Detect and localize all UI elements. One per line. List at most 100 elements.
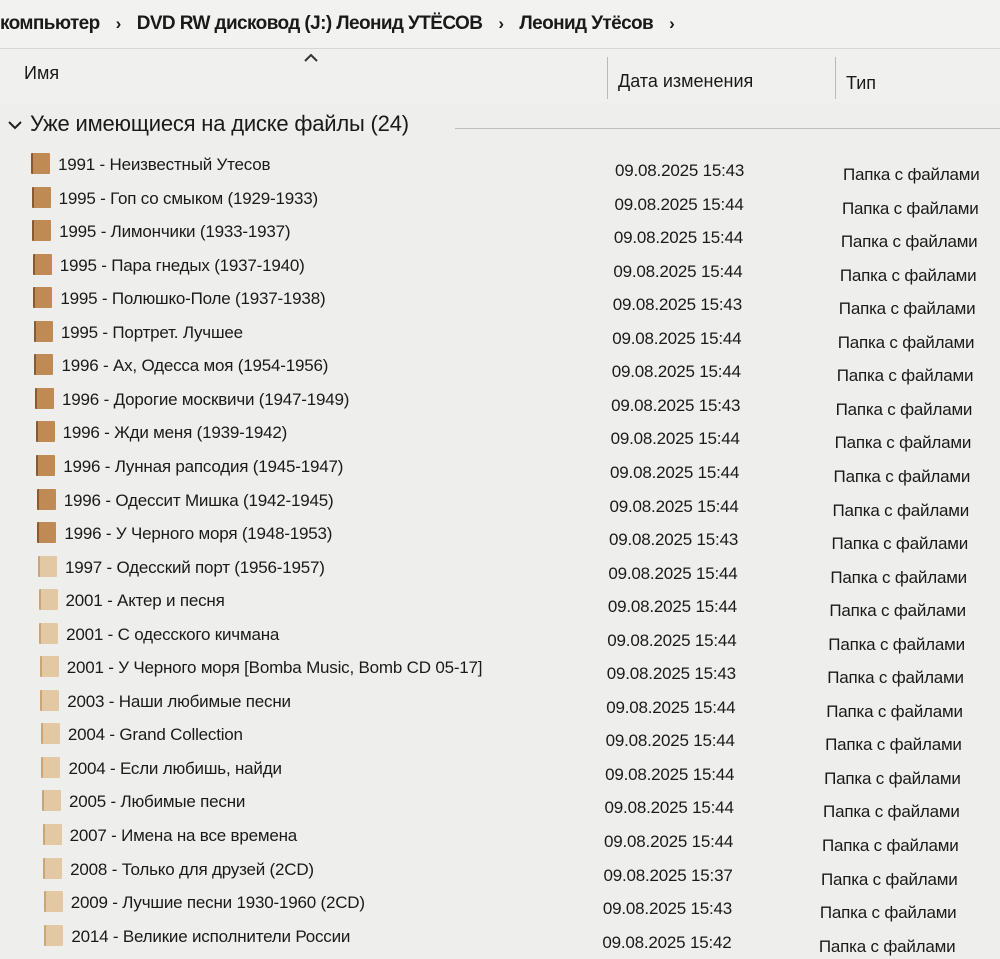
column-header-type[interactable]: Тип bbox=[846, 73, 876, 94]
file-row[interactable]: 2004 - Если любишь, найди 09.08.2025 15:4… bbox=[0, 756, 1000, 791]
folder-icon bbox=[43, 857, 63, 879]
breadcrumb-separator-icon[interactable]: › bbox=[486, 14, 515, 34]
file-date: 09.08.2025 15:43 bbox=[608, 530, 739, 550]
file-row[interactable]: 2005 - Любимые песни 09.08.2025 15:44 Папк… bbox=[0, 790, 1000, 824]
folder-icon bbox=[33, 320, 53, 342]
group-divider bbox=[455, 128, 1000, 129]
file-row[interactable]: 1995 - Лимончики (1933-1937) 09.08.2025 1… bbox=[0, 220, 1000, 254]
sort-ascending-icon bbox=[304, 53, 318, 62]
folder-icon bbox=[36, 454, 56, 476]
file-row[interactable]: 1995 - Полюшко-Поле (1937-1938) 09.08.202… bbox=[0, 287, 1000, 321]
file-row[interactable]: 2001 - У Черного моря [Bomba Music, Bomb… bbox=[0, 656, 1000, 690]
file-date: 09.08.2025 15:37 bbox=[603, 865, 733, 885]
folder-icon bbox=[34, 354, 54, 376]
file-row[interactable]: 1996 - Ах, Одесса моя (1954-1956) 09.08.2… bbox=[0, 354, 1000, 388]
file-type: Папка с файлами bbox=[830, 567, 967, 587]
file-date: 09.08.2025 15:44 bbox=[604, 832, 734, 851]
file-name: 1995 - Полюшко-Поле (1937-1938) bbox=[60, 289, 326, 309]
file-type: Папка с файлами bbox=[822, 836, 959, 855]
folder-icon bbox=[42, 824, 62, 845]
file-type: Папка с файлами bbox=[835, 399, 973, 419]
file-row[interactable]: 2003 - Наши любимые песни 09.08.2025 15:4… bbox=[0, 689, 1000, 724]
file-type: Папка с файлами bbox=[836, 366, 974, 386]
file-type: Папка с файлами bbox=[832, 500, 970, 520]
breadcrumb: компьютер › DVD RW дисковод (J:) Леонид … bbox=[0, 0, 1000, 49]
file-row[interactable]: 2001 - Актер и песня 09.08.2025 15:44 Папк… bbox=[0, 589, 1000, 623]
file-row[interactable]: 2007 - Имена на все времена 09.08.2025 15… bbox=[0, 824, 1000, 858]
file-date: 09.08.2025 15:44 bbox=[612, 328, 742, 348]
folder-icon bbox=[32, 253, 52, 275]
folder-icon bbox=[40, 723, 60, 745]
file-date: 09.08.2025 15:44 bbox=[610, 462, 740, 482]
file-name: 1996 - Дорогие москвичи (1947-1949) bbox=[62, 389, 350, 409]
file-row[interactable]: 1996 - Жди меня (1939-1942) 09.08.2025 15… bbox=[0, 421, 1000, 455]
file-type: Папка с файлами bbox=[834, 433, 972, 453]
breadcrumb-separator-icon[interactable]: › bbox=[104, 14, 133, 34]
column-header-date[interactable]: Дата изменения bbox=[618, 71, 753, 92]
folder-icon bbox=[33, 287, 53, 309]
folder-icon bbox=[39, 656, 59, 678]
file-date: 09.08.2025 15:44 bbox=[613, 228, 744, 248]
folder-icon bbox=[35, 421, 55, 443]
file-row[interactable]: 1996 - Лунная рапсодия (1945-1947) 09.08.… bbox=[0, 454, 1000, 489]
file-row[interactable]: 1995 - Пара гнедых (1937-1940) 09.08.2025… bbox=[0, 253, 1000, 288]
folder-icon bbox=[44, 924, 64, 946]
file-date: 09.08.2025 15:44 bbox=[606, 697, 736, 717]
folder-icon bbox=[31, 186, 51, 208]
column-header-name[interactable]: Имя bbox=[24, 63, 59, 84]
file-date: 09.08.2025 15:44 bbox=[613, 261, 743, 281]
file-name: 1996 - Жди меня (1939-1942) bbox=[62, 423, 288, 443]
breadcrumb-item-current-folder[interactable]: Леонид Утёсов bbox=[515, 13, 657, 35]
file-date: 09.08.2025 15:44 bbox=[614, 194, 744, 214]
file-type: Папка с файлами bbox=[839, 265, 977, 285]
file-row[interactable]: 1991 - Неизвестный Утесов 09.08.2025 15:4… bbox=[0, 153, 1000, 187]
file-name: 2008 - Только для друзей (2CD) bbox=[70, 859, 314, 879]
file-type: Папка с файлами bbox=[828, 634, 965, 654]
chevron-down-icon[interactable] bbox=[8, 118, 22, 132]
file-type: Папка с файлами bbox=[840, 232, 978, 252]
file-row[interactable]: 1996 - Дорогие москвичи (1947-1949) 09.08… bbox=[0, 387, 1000, 422]
file-type: Папка с файлами bbox=[823, 802, 960, 822]
file-row[interactable]: 1996 - У Черного моря (1948-1953) 09.08.2… bbox=[0, 522, 1000, 556]
column-divider[interactable] bbox=[835, 57, 836, 99]
file-name: 2001 - У Черного моря [Bomba Music, Bomb… bbox=[66, 658, 483, 678]
file-type: Папка с файлами bbox=[819, 903, 957, 923]
folder-icon bbox=[41, 756, 61, 778]
folder-icon bbox=[42, 790, 62, 812]
file-type: Папка с файлами bbox=[843, 165, 980, 184]
breadcrumb-item-computer[interactable]: компьютер bbox=[0, 13, 104, 35]
file-name: 1996 - Ах, Одесса моя (1954-1956) bbox=[61, 356, 329, 376]
folder-icon bbox=[35, 387, 55, 409]
file-date: 09.08.2025 15:44 bbox=[604, 798, 734, 818]
column-divider[interactable] bbox=[607, 57, 608, 99]
file-row[interactable]: 1996 - Одессит Мишка (1942-1945) 09.08.20… bbox=[0, 488, 1000, 523]
group-header[interactable]: Уже имеющиеся на диске файлы (24) bbox=[0, 106, 1000, 142]
file-name: 1995 - Пара гнедых (1937-1940) bbox=[59, 255, 305, 275]
file-date: 09.08.2025 15:44 bbox=[611, 362, 741, 382]
file-date: 09.08.2025 15:43 bbox=[615, 161, 745, 180]
file-type: Папка с файлами bbox=[826, 701, 963, 721]
breadcrumb-item-dvd-drive[interactable]: DVD RW дисковод (J:) Леонид УТЁСОВ bbox=[133, 13, 487, 35]
folder-icon bbox=[31, 153, 50, 174]
file-row[interactable]: 1995 - Портрет. Лучшее 09.08.2025 15:44 Па… bbox=[0, 320, 1000, 355]
file-row[interactable]: 2004 - Grand Collection 09.08.2025 15:44 П… bbox=[0, 723, 1000, 757]
file-row[interactable]: 2001 - С одесского кичмана 09.08.2025 15:… bbox=[0, 622, 1000, 657]
file-name: 1996 - У Черного моря (1948-1953) bbox=[64, 524, 333, 544]
file-row[interactable]: 1995 - Гоп со смыком (1929-1933) 09.08.20… bbox=[0, 186, 1000, 221]
file-row[interactable]: 2009 - Лучшие песни 1930-1960 (2CD) 09.08… bbox=[0, 891, 1000, 925]
breadcrumb-separator-icon[interactable]: › bbox=[657, 14, 686, 34]
folder-icon bbox=[39, 622, 59, 644]
file-name: 2009 - Лучшие песни 1930-1960 (2CD) bbox=[70, 893, 365, 913]
file-name: 2014 - Великие исполнители России bbox=[71, 926, 351, 946]
folder-icon bbox=[36, 488, 56, 510]
file-row[interactable]: 2014 - Великие исполнители России 09.08.2… bbox=[0, 924, 1000, 959]
file-date: 09.08.2025 15:44 bbox=[610, 429, 740, 449]
file-row[interactable]: 2008 - Только для друзей (2CD) 09.08.2025… bbox=[0, 857, 1000, 892]
file-type: Папка с файлами bbox=[829, 601, 966, 621]
file-type: Папка с файлами bbox=[824, 768, 961, 788]
file-name: 2004 - Grand Collection bbox=[67, 725, 243, 745]
file-row[interactable]: 1997 - Одесский порт (1956-1957) 09.08.20… bbox=[0, 555, 1000, 590]
file-date: 09.08.2025 15:44 bbox=[605, 764, 735, 784]
file-type: Папка с файлами bbox=[825, 735, 962, 755]
file-name: 2003 - Наши любимые песни bbox=[67, 691, 291, 711]
